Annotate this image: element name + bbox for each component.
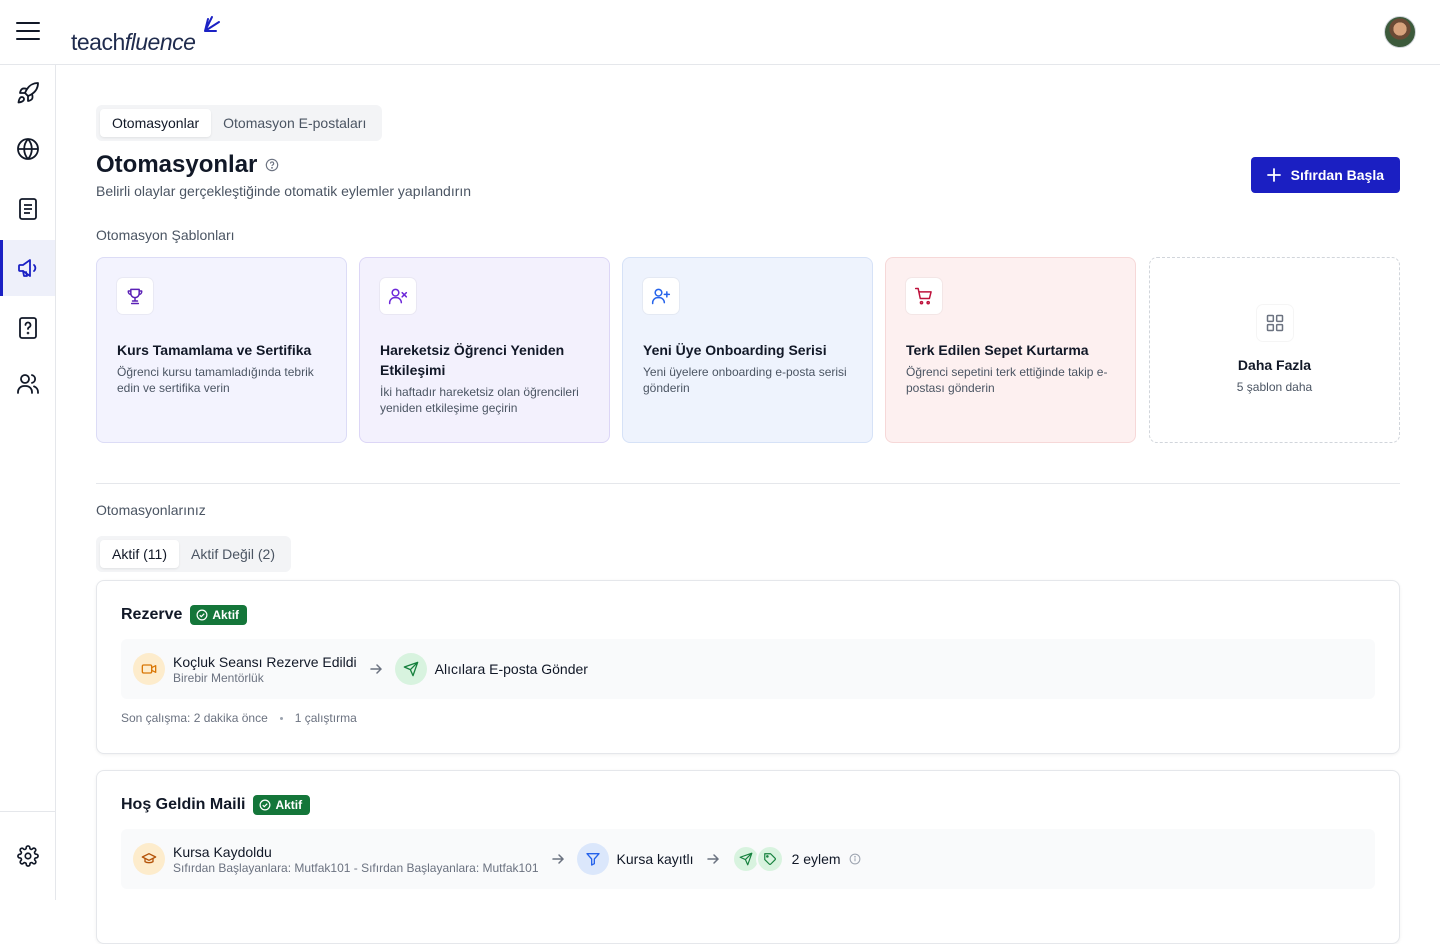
user-plus-icon: [651, 288, 671, 305]
avatar[interactable]: [1384, 16, 1416, 48]
globe-icon: [16, 138, 39, 160]
video-icon: [141, 664, 157, 674]
gear-icon: [16, 845, 39, 867]
status-badge-label: Aktif: [212, 608, 240, 622]
sidebar-item-members[interactable]: [0, 356, 55, 412]
trigger-sublabel: Sıfırdan Başlayanlara: Mutfak101 - Sıfır…: [173, 861, 539, 875]
automation-title: Rezerve: [121, 606, 183, 623]
help-file-icon: [18, 317, 37, 339]
logo-spark-icon: [204, 16, 220, 32]
arrow-right-icon: [369, 664, 382, 674]
menu-icon[interactable]: [16, 22, 40, 42]
sidebar-item-launch[interactable]: [0, 65, 55, 121]
help-circle-icon[interactable]: [265, 158, 279, 172]
sidebar-item-quizzes[interactable]: [0, 300, 55, 356]
plus-icon: [1266, 168, 1281, 182]
filter-icon: [585, 853, 600, 866]
check-circle-icon: [259, 799, 271, 811]
more-templates-title: Daha Fazla: [1237, 357, 1312, 373]
automation-card[interactable]: Hoş Geldin Maili Aktif Kursa Kaydoldu Sı…: [96, 770, 1400, 944]
more-templates-card[interactable]: Daha Fazla 5 şablon daha: [1149, 257, 1400, 443]
filter-label: Kursa kayıtlı: [616, 851, 694, 867]
automation-flow: Koçluk Seansı Rezerve Edildi Birebir Men…: [121, 639, 1375, 699]
sidebar: [0, 65, 56, 900]
sidebar-divider: [0, 811, 55, 812]
tab-automations[interactable]: Otomasyonlar: [100, 109, 212, 137]
arrow-right-icon: [706, 854, 719, 864]
more-templates-desc: 5 şablon daha: [1236, 380, 1313, 394]
template-row: Kurs Tamamlama ve Sertifika Öğrenci kurs…: [96, 257, 1400, 443]
run-count: 1 çalıştırma: [294, 711, 357, 725]
users-icon: [16, 374, 39, 394]
automation-title: Hoş Geldin Maili: [121, 796, 246, 813]
template-desc: Öğrenci kursu tamamladığında tebrik edin…: [117, 365, 314, 395]
grid-icon: [1266, 314, 1283, 332]
template-card[interactable]: Terk Edilen Sepet Kurtarma Öğrenci sepet…: [885, 257, 1136, 443]
section-divider: [96, 483, 1400, 484]
sidebar-item-marketing[interactable]: [0, 240, 55, 296]
template-title: Yeni Üye Onboarding Serisi: [643, 342, 827, 358]
rocket-icon: [17, 82, 39, 104]
template-title: Hareketsiz Öğrenci Yeniden Etkileşimi: [380, 342, 565, 378]
template-card[interactable]: Hareketsiz Öğrenci Yeniden Etkileşimi İk…: [359, 257, 610, 443]
send-icon: [739, 852, 752, 866]
your-automations-label: Otomasyonlarınız: [96, 502, 206, 518]
template-desc: Yeni üyelere onboarding e-posta serisi g…: [643, 365, 847, 395]
page-title: Otomasyonlar: [96, 151, 279, 179]
document-icon: [18, 198, 37, 220]
sidebar-item-website[interactable]: [0, 121, 55, 177]
action-label: Alıcılara E-posta Gönder: [434, 661, 588, 677]
logo-text-teach: teach: [71, 29, 125, 55]
trigger-sublabel: Birebir Mentörlük: [173, 671, 264, 685]
automation-flow: Kursa Kaydoldu Sıfırdan Başlayanlara: Mu…: [121, 829, 1375, 889]
tab-inactive[interactable]: Aktif Değil (2): [179, 540, 287, 568]
tab-active[interactable]: Aktif (11): [100, 540, 179, 568]
start-from-scratch-button[interactable]: Sıfırdan Başla: [1250, 157, 1400, 193]
automation-card[interactable]: Rezerve Aktif Koçluk Seansı Rezerve Edil…: [96, 580, 1400, 754]
start-from-scratch-label: Sıfırdan Başla: [1290, 167, 1384, 183]
info-icon[interactable]: [849, 853, 861, 865]
page-title-text: Otomasyonlar: [96, 151, 258, 178]
last-run: Son çalışma: 2 dakika önce: [121, 711, 268, 725]
graduation-cap-icon: [141, 853, 157, 864]
user-x-icon: [388, 288, 408, 305]
status-badge: Aktif: [253, 795, 311, 815]
sidebar-item-settings[interactable]: [0, 828, 55, 884]
page-subtitle: Belirli olaylar gerçekleştiğinde otomati…: [96, 183, 472, 199]
megaphone-icon: [17, 259, 36, 277]
cart-icon: [914, 287, 932, 305]
status-tabs: Aktif (11) Aktif Değil (2): [96, 536, 292, 572]
template-card[interactable]: Kurs Tamamlama ve Sertifika Öğrenci kurs…: [96, 257, 347, 443]
trophy-icon: [127, 288, 143, 305]
sidebar-item-content[interactable]: [0, 181, 55, 237]
send-icon: [403, 661, 418, 677]
template-desc: Öğrenci sepetini terk ettiğinde takip e-…: [906, 365, 1108, 395]
tag-icon: [763, 853, 776, 865]
templates-section-label: Otomasyon Şablonları: [96, 227, 235, 243]
status-badge-label: Aktif: [275, 798, 303, 812]
automation-meta: Son çalışma: 2 dakika önce 1 çalıştırma: [121, 711, 1375, 725]
template-card[interactable]: Yeni Üye Onboarding Serisi Yeni üyelere …: [622, 257, 873, 443]
top-bar: teachfluence: [0, 0, 1440, 65]
template-desc: İki haftadır hareketsiz olan öğrencileri…: [380, 385, 579, 415]
automation-tabs: Otomasyonlar Otomasyon E-postaları: [96, 105, 383, 141]
arrow-right-icon: [551, 854, 564, 864]
status-badge: Aktif: [190, 605, 248, 625]
logo-text-fluence: fluence: [124, 29, 196, 55]
tab-automation-emails[interactable]: Otomasyon E-postaları: [211, 109, 378, 137]
trigger-label: Kursa Kaydoldu: [173, 844, 272, 860]
template-title: Terk Edilen Sepet Kurtarma: [906, 342, 1089, 358]
actions-count: 2 eylem: [791, 851, 841, 867]
template-title: Kurs Tamamlama ve Sertifika: [117, 342, 312, 358]
logo[interactable]: teachfluence: [71, 14, 220, 55]
check-circle-icon: [196, 609, 208, 621]
trigger-label: Koçluk Seansı Rezerve Edildi: [173, 654, 357, 670]
